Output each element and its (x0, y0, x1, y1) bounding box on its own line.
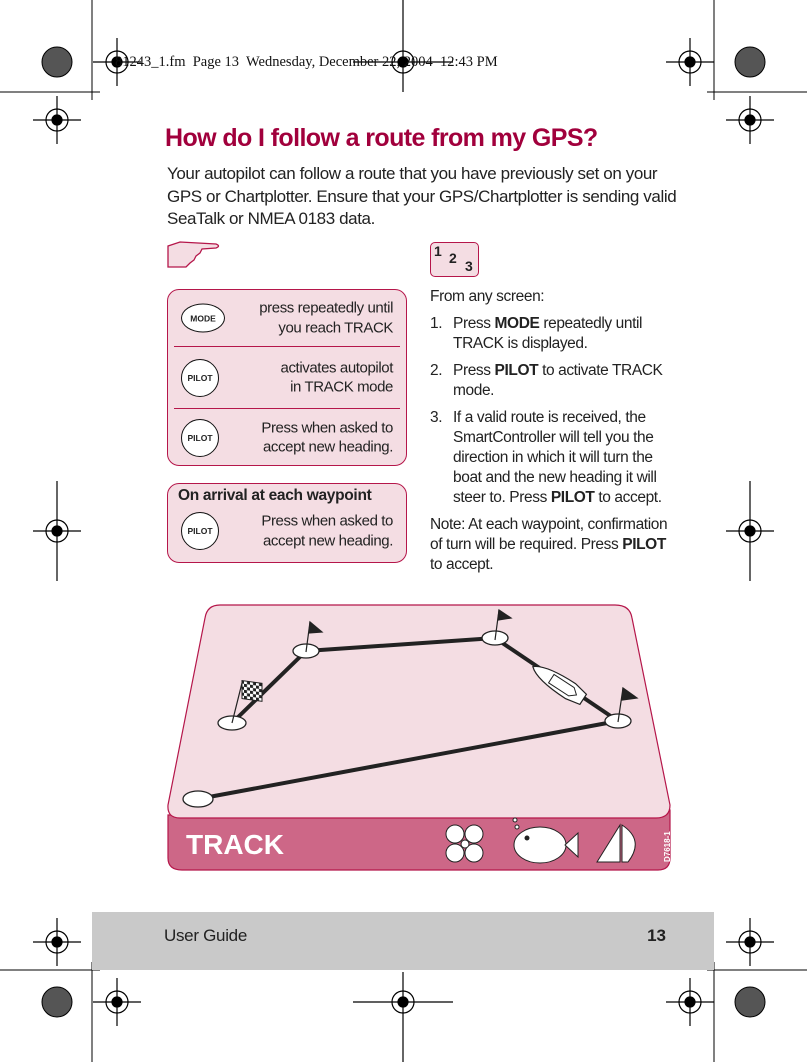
document-page: 81243_1.fm Page 13 Wednesday, December 2… (0, 0, 807, 1062)
pointing-hand-icon (167, 241, 220, 268)
footer-label: User Guide (164, 926, 247, 945)
instruction-step: 1. Press MODE repeatedly until TRACK is d… (430, 315, 643, 352)
pilot-key-icon: PILOT (181, 358, 219, 397)
track-route-illustration: TRACK D7618-1 (167, 604, 672, 871)
page-number: 13 (647, 926, 666, 945)
quick-step-text: Press when asked to accept new heading. (261, 419, 393, 456)
steps-icon: 1 2 3 (430, 242, 479, 277)
intro-paragraph: Your autopilot can follow a route that y… (167, 164, 677, 228)
figure-id: D7618-1 (663, 831, 672, 862)
pilot-key-icon: PILOT (181, 512, 219, 550)
step-number: 1 (434, 243, 442, 259)
waypoint-text: Press when asked to accept new heading. (261, 512, 393, 550)
print-header: 81243_1.fm Page 13 Wednesday, December 2… (115, 54, 498, 70)
track-mode-label: TRACK (186, 829, 284, 860)
quick-step-text: press repeatedly until you reach TRACK (259, 299, 393, 337)
page-footer: User Guide 13 (92, 912, 714, 970)
instructions: From any screen: 1. Press MODE repeatedly… (430, 287, 675, 582)
checkered-finish-flag-icon (241, 679, 263, 702)
page-title: How do I follow a route from my GPS? (165, 124, 598, 152)
instruction-step: 2. Press PILOT to activate TRACK mode. (430, 362, 663, 399)
quick-steps-box: MODE press repeatedly until you reach TRA… (167, 289, 407, 466)
step-number: 2 (449, 250, 457, 266)
waypoint-box: On arrival at each waypoint PILOT Press … (167, 483, 407, 563)
waypoint-heading: On arrival at each waypoint (178, 487, 372, 504)
pilot-key-icon: PILOT (181, 418, 219, 457)
step-number: 3 (465, 258, 473, 274)
quick-step-row: PILOT activates autopilot in TRACK mode (174, 347, 400, 409)
quick-step-text: activates autopilot in TRACK mode (280, 359, 394, 396)
instructions-lead: From any screen: (430, 288, 545, 305)
waypoint-marker (182, 790, 214, 808)
instruction-step: 3. If a valid route is received, the Smar… (430, 409, 662, 506)
quick-step-row: MODE press repeatedly until you reach TRA… (174, 290, 400, 347)
mode-key-icon: MODE (181, 303, 225, 333)
quick-step-row: PILOT Press when asked to accept new head… (174, 409, 400, 466)
instructions-note: Note: At each waypoint, confirmation of … (430, 516, 668, 573)
